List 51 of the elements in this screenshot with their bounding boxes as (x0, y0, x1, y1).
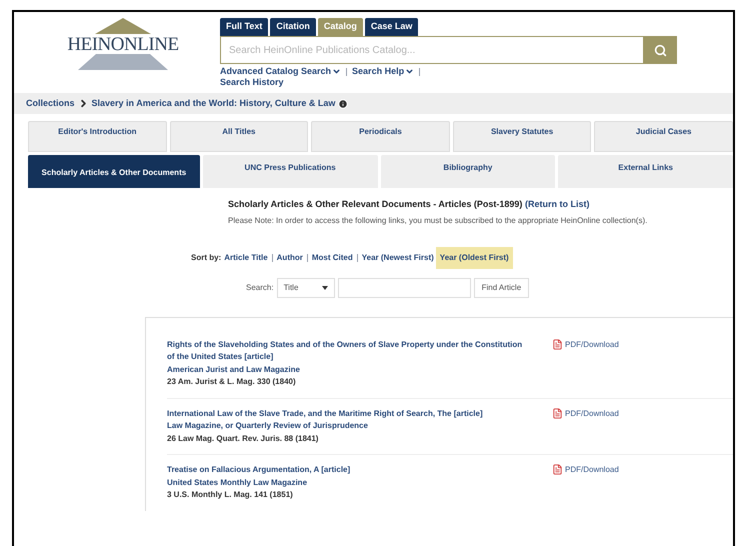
sort-option[interactable]: Article Title (224, 252, 268, 264)
logo[interactable]: HEINONLINE (14, 18, 206, 70)
search-icon (654, 44, 666, 56)
dropdown-icon (322, 286, 328, 290)
search-field[interactable]: Search HeinOnline Publications Catalog... (220, 36, 643, 64)
collection-tab[interactable]: Periodicals (311, 121, 450, 152)
sort-option[interactable]: Most Cited (312, 252, 353, 264)
collection-tab[interactable]: Bibliography (380, 155, 556, 188)
pdf-icon (552, 464, 563, 475)
sort-option[interactable]: Year (Oldest First) (436, 246, 513, 268)
field-select[interactable]: Title (276, 278, 335, 298)
access-note: Please Note: In order to access the following links, you must be subscribed to the appropriate HeinOnline collection(s). (228, 214, 648, 226)
collection-tab[interactable]: Editor's Introduction (28, 121, 167, 152)
collection-tab[interactable]: All Titles (170, 121, 308, 152)
collection-tab[interactable]: UNC Press Publications (202, 155, 378, 188)
pdf-download-link[interactable]: PDF/Download (552, 408, 619, 420)
article-citation: 23 Am. Jurist & L. Mag. 330 (1840) (167, 376, 297, 388)
journal-name: American Jurist and Law Magazine (167, 364, 301, 376)
collection-tab[interactable]: Scholarly Articles & Other Documents (28, 155, 200, 188)
sort-option[interactable]: Year (Newest First) (362, 252, 434, 264)
article-search-field[interactable] (338, 278, 471, 298)
sort-label: Sort by: (191, 252, 222, 264)
search-link[interactable]: Advanced Catalog Search (220, 66, 342, 77)
article-title-link[interactable]: International Law of the Slave Trade, and the Maritime Right of Search, The [article] (167, 408, 552, 420)
pdf-icon (552, 408, 563, 418)
article-citation: 26 Law Mag. Quart. Rev. Juris. 88 (1841) (167, 432, 320, 445)
pdf-icon (552, 338, 563, 350)
collection-tab[interactable]: External Links (558, 155, 733, 188)
page-heading: Scholarly Articles & Other Relevant Documents - Articles (Post-1899) (Return to List) (228, 198, 590, 211)
article-citation: 3 U.S. Monthly L. Mag. 141 (1851) (167, 489, 294, 501)
search-tab[interactable]: Full Text (220, 18, 268, 36)
pdf-download-link[interactable]: PDF/Download (552, 338, 619, 350)
article-title-link[interactable]: Treatise on Fallacious Argumentation, A [article] (167, 464, 552, 476)
breadcrumb-link[interactable]: Collections (26, 96, 75, 110)
journal-name: United States Monthly Law Magazine (167, 476, 308, 489)
info-icon (338, 98, 348, 108)
search-link[interactable]: Search History (220, 77, 284, 88)
search-tab[interactable]: Case Law (364, 18, 418, 36)
collection-tab[interactable]: Judicial Cases (594, 121, 733, 152)
search-tab[interactable]: Citation (270, 18, 316, 36)
sort-option[interactable]: Author (276, 252, 303, 264)
search-button[interactable] (643, 36, 677, 64)
search-label: Search: (246, 282, 274, 294)
return-link[interactable]: (Return to List) (524, 199, 590, 209)
collection-tab[interactable]: Slavery Statutes (452, 121, 592, 152)
breadcrumb-link[interactable]: Slavery in America and the World: History, Culture & Law (92, 96, 336, 110)
journal-name: Law Magazine, or Quarterly Review of Jurisprudence (167, 420, 369, 432)
article-title-link[interactable]: Rights of the Slaveholding States and of the Owners of Slave Property under the Constitution of the United States [article] (167, 338, 552, 364)
pdf-download-link[interactable]: PDF/Download (552, 464, 619, 476)
find-article-button[interactable]: Find Article (474, 278, 530, 298)
search-link[interactable]: Search Help (352, 66, 414, 77)
